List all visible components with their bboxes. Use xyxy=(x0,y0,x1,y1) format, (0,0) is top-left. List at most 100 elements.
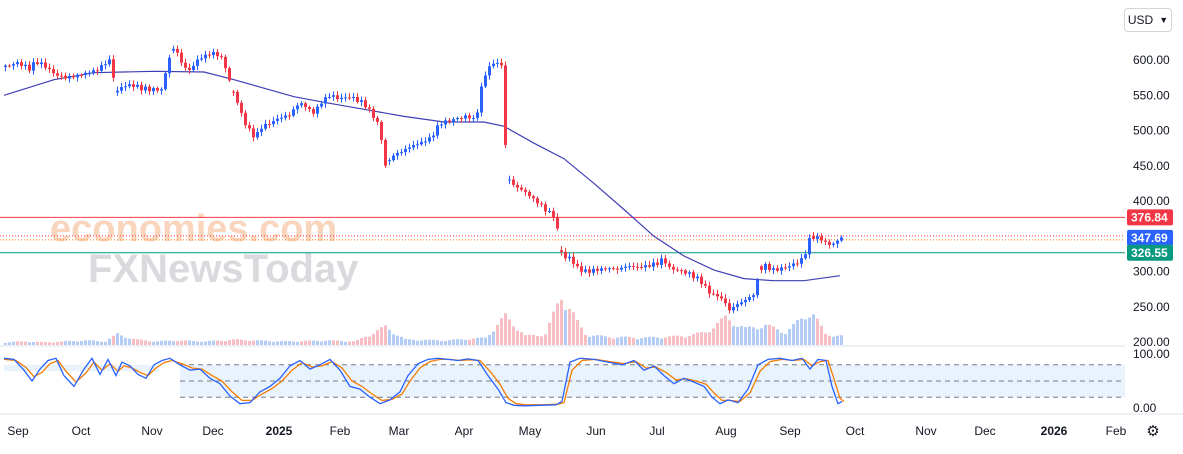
candle-body xyxy=(776,268,779,271)
volume-bar xyxy=(172,341,175,345)
candle-body xyxy=(820,236,823,241)
candle-body xyxy=(356,96,359,102)
chart[interactable]: economies.com FXNewsToday 600.00 550.00 50… xyxy=(0,0,1183,449)
time-tick-label: Aug xyxy=(715,424,736,438)
candle-body xyxy=(240,102,243,113)
volume-bar xyxy=(308,340,311,345)
price-axis[interactable]: 600.00550.00500.00450.00400.00350.00300.… xyxy=(1133,53,1170,349)
candle-body xyxy=(504,65,507,145)
candle-body xyxy=(692,272,695,279)
volume-bar xyxy=(368,336,371,345)
candle-body xyxy=(204,54,207,59)
volume-bar xyxy=(356,339,359,345)
volume-bar xyxy=(92,340,95,345)
volume-bar xyxy=(648,336,651,345)
settings-gear-icon[interactable]: ⚙ xyxy=(1143,421,1163,441)
candle-body xyxy=(440,124,443,126)
volume-bar xyxy=(828,335,831,345)
currency-selector[interactable]: USD ▼ xyxy=(1124,8,1172,32)
candle-body xyxy=(388,160,391,162)
candle-body xyxy=(228,68,231,81)
time-tick-label: Nov xyxy=(141,424,162,438)
candle-body xyxy=(676,269,679,271)
volume-bar xyxy=(376,330,379,345)
volume-bar xyxy=(656,337,659,345)
volume-bar xyxy=(252,340,255,345)
candle-body xyxy=(44,62,47,68)
candle-body xyxy=(516,184,519,188)
candle-body xyxy=(532,196,535,199)
volume-bar xyxy=(740,326,743,345)
volume-bar xyxy=(276,341,279,345)
volume-bar xyxy=(280,341,283,345)
chart-canvas[interactable]: economies.com FXNewsToday 600.00 550.00 50… xyxy=(0,0,1183,449)
volume-bar xyxy=(520,332,523,345)
candle-body xyxy=(500,62,503,66)
volume-bar xyxy=(412,339,415,345)
volume-bar xyxy=(600,335,603,345)
price-tick-label: 600.00 xyxy=(1133,53,1170,67)
volume-bar xyxy=(696,332,699,345)
volume-bar xyxy=(576,320,579,345)
candle-body xyxy=(748,297,751,300)
volume-bar xyxy=(196,341,199,345)
volume-bar xyxy=(460,339,463,345)
candle-body xyxy=(24,64,27,67)
candle-body xyxy=(252,128,255,138)
volume-bar xyxy=(380,327,383,345)
candle-body xyxy=(392,155,395,161)
candle-body xyxy=(588,269,591,273)
volume-bar xyxy=(424,339,427,345)
candle-body xyxy=(272,120,275,125)
time-tick-label: Sep xyxy=(779,424,801,438)
candle-body xyxy=(400,152,403,154)
volume-bar xyxy=(32,341,35,345)
candle-body xyxy=(760,266,763,270)
volume-bar xyxy=(616,337,619,345)
volume-bar xyxy=(660,338,663,345)
volume-bar xyxy=(612,338,615,345)
candle-body xyxy=(36,62,39,65)
volume-bar xyxy=(20,341,23,345)
volume-bar xyxy=(256,340,259,345)
time-tick-label: Sep xyxy=(7,424,29,438)
candle-body xyxy=(608,268,611,270)
volume-bar xyxy=(492,331,495,345)
volume-bar xyxy=(444,341,447,345)
volume-bar xyxy=(188,340,191,345)
candle-body xyxy=(332,95,335,97)
stochastic-tick-label: 100.00 xyxy=(1133,347,1170,361)
candle-body xyxy=(364,100,367,108)
candle-body xyxy=(120,87,123,91)
volume-bar xyxy=(808,317,811,345)
volume-bar xyxy=(340,341,343,345)
volume-bar xyxy=(688,336,691,345)
volume-bar xyxy=(644,337,647,345)
candle-body xyxy=(260,128,263,132)
candle-body xyxy=(816,236,819,239)
candle-body xyxy=(316,106,319,114)
volume-bar xyxy=(448,340,451,345)
candle-body xyxy=(568,256,571,259)
candle-body xyxy=(624,266,627,268)
candle-body xyxy=(276,118,279,121)
candle-body xyxy=(680,270,683,272)
volume-bar xyxy=(804,319,807,345)
volume-bar xyxy=(532,334,535,345)
volume-bar xyxy=(72,341,75,345)
volume-bar xyxy=(104,341,107,345)
level-label: 326.55 xyxy=(1131,246,1168,260)
candle-body xyxy=(808,238,811,255)
volume-bar xyxy=(372,333,375,345)
volume-bar xyxy=(84,340,87,345)
level-labels: 376.84 347.69326.55 xyxy=(1127,209,1173,261)
volume-bar xyxy=(420,340,423,345)
volume-bar xyxy=(628,336,631,345)
candle-body xyxy=(416,144,419,146)
volume-bar xyxy=(4,342,7,345)
candle-body xyxy=(336,95,339,100)
candle-body xyxy=(344,97,347,99)
volume-bar xyxy=(124,337,127,345)
candle-body xyxy=(116,90,119,93)
volume-bar xyxy=(792,323,795,345)
